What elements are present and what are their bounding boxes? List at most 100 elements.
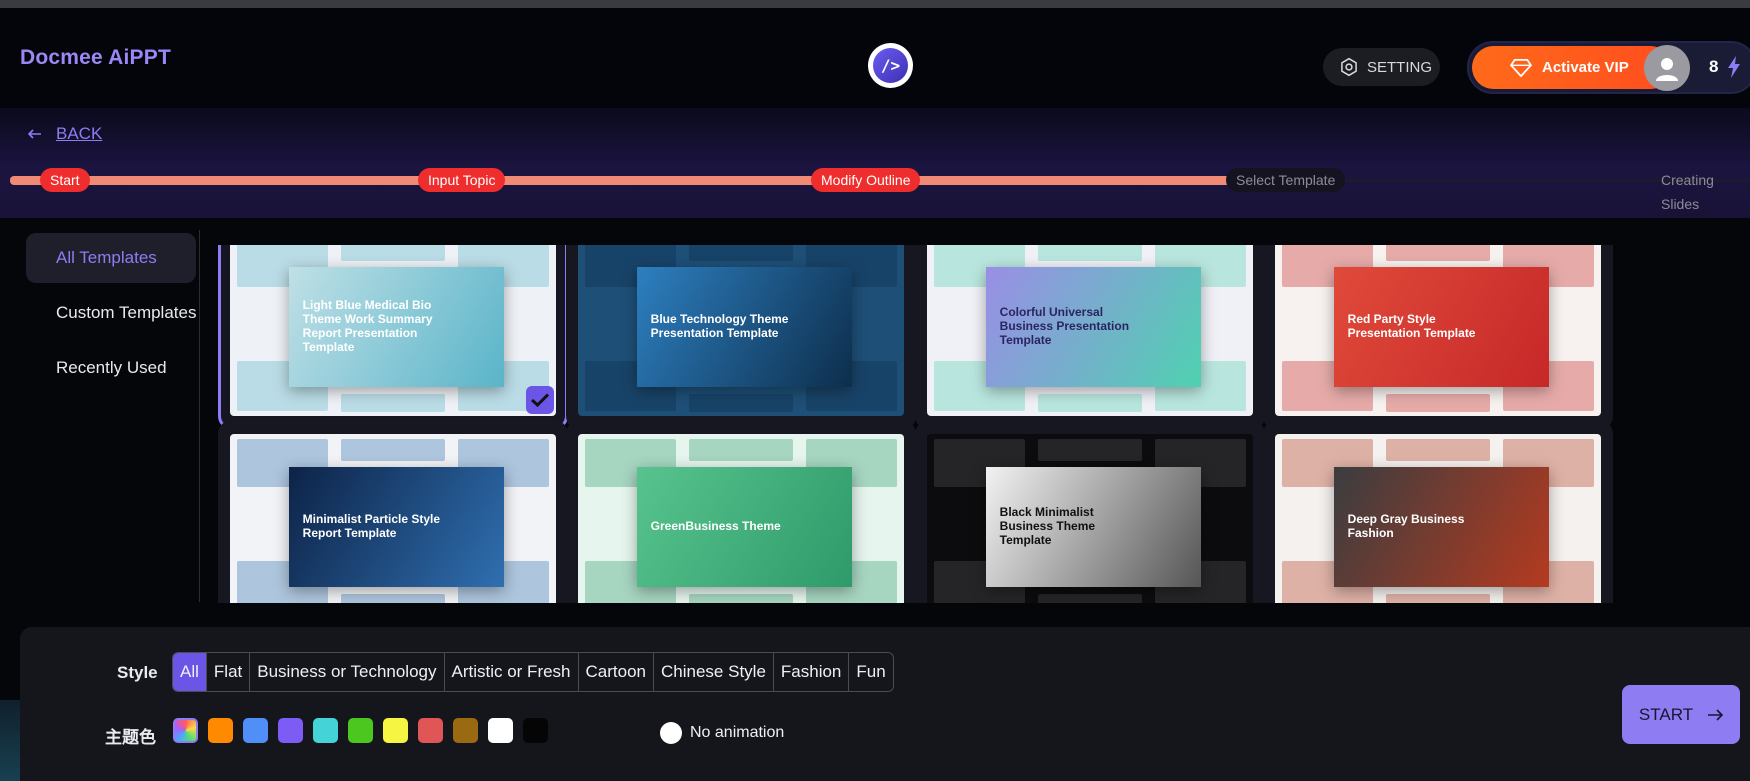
animation-toggle[interactable]: No animation — [660, 722, 784, 744]
template-card[interactable]: Black Minimalist Business Theme Template — [915, 420, 1265, 603]
sidebar-item-recently-used[interactable]: Recently Used — [26, 343, 196, 393]
slide-preview-tile — [1037, 245, 1143, 262]
template-card[interactable]: Minimalist Particle Style Report Templat… — [218, 420, 568, 603]
template-thumbnail: Colorful Universal Business Presentation… — [927, 245, 1253, 416]
template-card[interactable]: Blue Technology Theme Presentation Templ… — [566, 245, 916, 430]
lightning-icon — [1728, 56, 1740, 78]
template-cover-slide: Minimalist Particle Style Report Templat… — [288, 466, 504, 587]
template-thumbnail: Black Minimalist Business Theme Template — [927, 434, 1253, 603]
animation-radio[interactable] — [660, 722, 682, 744]
style-filter-chips: All Flat Business or Technology Artistic… — [172, 652, 894, 692]
slide-preview-tile — [688, 594, 794, 603]
slide-preview-tile — [688, 245, 794, 262]
template-cover-slide: Black Minimalist Business Theme Template — [985, 466, 1201, 587]
theme-color-swatch[interactable] — [348, 718, 373, 743]
style-filter-label: Style — [117, 663, 158, 682]
template-title: Blue Technology Theme Presentation Templ… — [650, 312, 789, 340]
start-button[interactable]: START — [1622, 685, 1740, 744]
back-link[interactable]: BACK — [28, 124, 102, 144]
slide-preview-tile — [1037, 439, 1143, 462]
sidebar-item-all-templates[interactable]: All Templates — [26, 233, 196, 283]
slide-preview-tile — [1385, 439, 1491, 462]
theme-color-swatch[interactable] — [383, 718, 408, 743]
avatar[interactable] — [1644, 45, 1690, 91]
theme-color-label: 主题色 — [105, 728, 156, 747]
style-chip-fashion[interactable]: Fashion — [774, 653, 850, 691]
setting-button[interactable]: SETTING — [1323, 48, 1440, 86]
template-card[interactable]: Red Party Style Presentation Template — [1263, 245, 1613, 430]
setting-label: SETTING — [1367, 58, 1433, 76]
template-cover-slide: GreenBusiness Theme — [636, 466, 852, 587]
slide-preview-tile — [340, 394, 446, 413]
style-chip-cartoon[interactable]: Cartoon — [579, 653, 655, 691]
activate-vip-label: Activate VIP — [1542, 59, 1629, 76]
slide-preview-tile — [688, 439, 794, 462]
template-grid: Light Blue Medical Bio Theme Work Summar… — [218, 245, 1750, 603]
arrow-right-icon — [1708, 708, 1724, 721]
diamond-icon — [1510, 58, 1532, 77]
theme-color-swatch[interactable] — [523, 718, 548, 743]
template-title: GreenBusiness Theme — [650, 518, 781, 533]
step-creating-slides: Creating Slides — [1661, 172, 1714, 212]
user-avatar-icon — [1656, 58, 1678, 81]
back-label: BACK — [56, 124, 103, 143]
slide-preview-tile — [1037, 394, 1143, 413]
template-title: Minimalist Particle Style Report Templat… — [302, 512, 441, 540]
step-select-template: Select Template — [1226, 168, 1346, 192]
slide-preview-tile — [688, 394, 794, 413]
theme-color-swatches — [173, 718, 548, 743]
step-input-topic: Input Topic — [418, 168, 506, 192]
template-thumbnail: Light Blue Medical Bio Theme Work Summar… — [230, 245, 556, 416]
template-thumbnail: Deep Gray Business Fashion — [1275, 434, 1601, 603]
theme-color-swatch[interactable] — [488, 718, 513, 743]
template-title: Black Minimalist Business Theme Template — [999, 505, 1096, 547]
progress-fill — [10, 176, 1230, 185]
theme-color-swatch[interactable] — [278, 718, 303, 743]
app-logo[interactable]: /> — [868, 43, 913, 88]
theme-color-swatch[interactable] — [418, 718, 443, 743]
template-cover-slide: Blue Technology Theme Presentation Templ… — [636, 266, 852, 387]
theme-color-swatch[interactable] — [453, 718, 478, 743]
template-card[interactable]: Light Blue Medical Bio Theme Work Summar… — [218, 245, 568, 430]
credit-count: 8 — [1709, 57, 1719, 76]
template-title: Colorful Universal Business Presentation… — [999, 305, 1130, 347]
template-card[interactable]: GreenBusiness Theme — [566, 420, 916, 603]
template-thumbnail: Red Party Style Presentation Template — [1275, 245, 1601, 416]
style-chip-business-technology[interactable]: Business or Technology — [250, 653, 445, 691]
theme-color-swatch[interactable] — [243, 718, 268, 743]
sidebar-item-custom-templates[interactable]: Custom Templates — [26, 288, 196, 338]
template-thumbnail: Blue Technology Theme Presentation Templ… — [578, 245, 904, 416]
template-thumbnail: GreenBusiness Theme — [578, 434, 904, 603]
slide-preview-tile — [340, 439, 446, 462]
template-card[interactable]: Deep Gray Business Fashion — [1263, 420, 1613, 603]
style-chip-fun[interactable]: Fun — [849, 653, 892, 691]
template-title: Deep Gray Business Fashion — [1347, 512, 1465, 540]
theme-color-swatch-all[interactable] — [173, 718, 198, 743]
activate-vip-button[interactable]: Activate VIP — [1472, 46, 1672, 89]
template-card[interactable]: Colorful Universal Business Presentation… — [915, 245, 1265, 430]
style-chip-chinese-style[interactable]: Chinese Style — [654, 653, 774, 691]
theme-color-swatch[interactable] — [208, 718, 233, 743]
template-cover-slide: Red Party Style Presentation Template — [1333, 266, 1549, 387]
slide-preview-tile — [1385, 245, 1491, 262]
gear-icon — [1341, 57, 1357, 77]
style-chip-all[interactable]: All — [173, 653, 207, 691]
style-chip-flat[interactable]: Flat — [207, 653, 251, 691]
template-category-sidebar: All Templates Custom Templates Recently … — [26, 233, 196, 398]
template-cover-slide: Light Blue Medical Bio Theme Work Summar… — [288, 266, 504, 387]
template-cover-slide: Deep Gray Business Fashion — [1333, 466, 1549, 587]
slide-preview-tile — [1385, 394, 1491, 413]
decorative-glow — [0, 700, 20, 781]
arrow-left-icon — [28, 129, 41, 139]
sidebar-divider — [199, 230, 200, 602]
slide-preview-tile — [340, 594, 446, 603]
template-cover-slide: Colorful Universal Business Presentation… — [985, 266, 1201, 387]
style-chip-artistic-fresh[interactable]: Artistic or Fresh — [445, 653, 579, 691]
filter-panel — [20, 627, 1750, 781]
app-header: Docmee AiPPT /> SETTING Activate VIP 8 — [0, 8, 1750, 108]
slide-preview-tile — [1385, 594, 1491, 603]
brand-title[interactable]: Docmee AiPPT — [20, 46, 171, 70]
template-title: Red Party Style Presentation Template — [1347, 312, 1476, 340]
theme-color-swatch[interactable] — [313, 718, 338, 743]
step-start: Start — [40, 168, 90, 192]
